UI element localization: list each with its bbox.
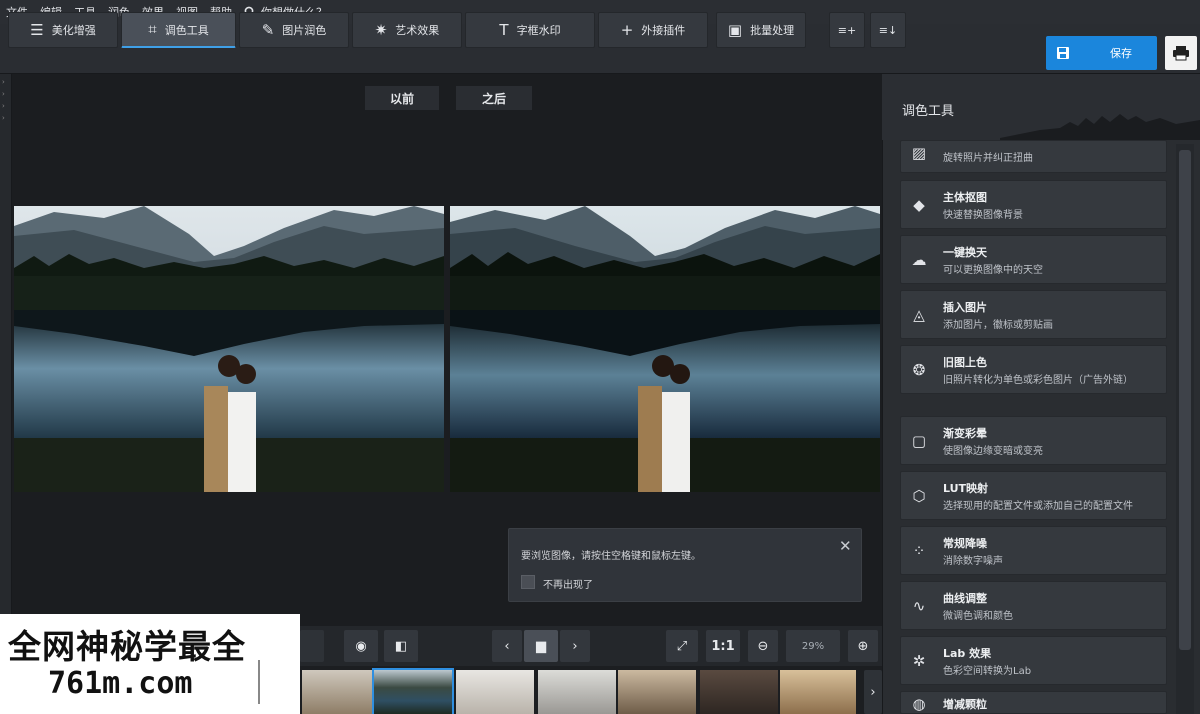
thumbnail[interactable]: [780, 670, 856, 714]
tab-art-effects[interactable]: ✷ 艺术效果: [352, 12, 462, 48]
tool-item-denoise[interactable]: ⁘ 常规降噪 消除数字噪声: [900, 526, 1167, 575]
tool-item-rotate[interactable]: ▨ 旋转照片并纠正扭曲: [900, 140, 1167, 173]
thumbnail[interactable]: [618, 670, 696, 714]
thumbnail[interactable]: [302, 670, 380, 714]
tab-text-watermark[interactable]: T 字框水印: [465, 12, 595, 48]
chevron-left-icon: ‹: [504, 638, 510, 654]
tool-item-subject-cutout[interactable]: ◆ 主体抠图 快速替换图像背景: [900, 180, 1167, 229]
watermark-line1: 全网神秘学最全: [8, 627, 246, 666]
text-icon: T: [499, 20, 509, 39]
compare-split-button[interactable]: ◧: [384, 630, 418, 662]
treeline-decoration: [1000, 114, 1200, 140]
magic-wand-icon: ✷: [374, 20, 388, 39]
fit-screen-button[interactable]: ⤢: [666, 630, 698, 662]
watermark-overlay: 全网神秘学最全 761m.com: [0, 614, 300, 714]
tab-retouch[interactable]: ✎ 图片润色: [239, 12, 349, 48]
insert-image-icon: ◬: [913, 306, 925, 324]
chevron-right-icon: ›: [2, 114, 5, 122]
after-photo: [450, 206, 880, 492]
minus-circle-icon: ⊖: [757, 638, 769, 654]
download-list-icon: ≡↓: [878, 23, 898, 37]
image-stack-icon: ▣: [727, 20, 743, 39]
close-icon[interactable]: ✕: [839, 537, 852, 555]
filmstrip-next-button[interactable]: ›: [864, 670, 882, 714]
floppy-icon: [1057, 47, 1069, 59]
add-list-icon: ≡+: [837, 23, 857, 37]
tool-item-curves[interactable]: ∿ 曲线调整 微调色调和颜色: [900, 581, 1167, 630]
curve-icon: ∿: [912, 597, 926, 615]
dont-show-checkbox[interactable]: [521, 575, 535, 589]
open-folder-button[interactable]: ▆: [524, 630, 558, 662]
cube-icon: ⬡: [912, 487, 926, 505]
save-button[interactable]: 保存: [1046, 36, 1157, 70]
folder-icon: ▆: [536, 638, 546, 654]
tool-item-grain[interactable]: ◍ 增减颗粒: [900, 691, 1167, 714]
tab-plugins[interactable]: + 外接插件: [598, 12, 708, 48]
tip-popup: 要浏览图像，请按住空格键和鼠标左键。 ✕ 不再出现了: [508, 528, 862, 602]
aperture-icon: ✲: [912, 652, 926, 670]
add-list-button[interactable]: ≡+: [829, 12, 865, 48]
printer-icon: [1173, 46, 1189, 61]
tab-enhance[interactable]: ☰ 美化增强: [8, 12, 118, 48]
after-label[interactable]: 之后: [456, 86, 532, 110]
prev-image-button[interactable]: ‹: [492, 630, 522, 662]
rotate-icon: ▨: [911, 144, 927, 162]
tool-item-sky-replace[interactable]: ☁ 一键换天 可以更换图像中的天空: [900, 235, 1167, 284]
next-image-button[interactable]: ›: [560, 630, 590, 662]
before-photo: [14, 206, 444, 492]
expand-icon: ⤢: [676, 638, 688, 654]
panel-title: 调色工具: [902, 104, 955, 119]
tab-color-tools[interactable]: ⌗ 调色工具: [121, 12, 236, 48]
tool-item-colorize[interactable]: ❂ 旧图上色 旧照片转化为单色或彩色图片（广告外链）: [900, 345, 1167, 394]
eye-icon: ◉: [355, 638, 367, 654]
panel-scroll-thumb[interactable]: [1179, 150, 1191, 650]
palette-icon: ❂: [912, 361, 926, 379]
bucket-icon: ◆: [913, 196, 925, 214]
crop-icon: ⌗: [148, 20, 157, 38]
tool-item-lut[interactable]: ⬡ LUT映射 选择现用的配置文件或添加自己的配置文件: [900, 471, 1167, 520]
dont-show-label: 不再出现了: [543, 580, 593, 591]
plus-circle-icon: ⊕: [857, 638, 869, 654]
chevron-right-icon: ›: [870, 684, 876, 700]
tab-batch[interactable]: ▣ 批量处理: [716, 12, 806, 48]
bottom-left-button[interactable]: [300, 630, 324, 662]
watermark-divider: [258, 660, 260, 704]
zoom-in-button[interactable]: ⊕: [848, 630, 878, 662]
tool-item-lab[interactable]: ✲ Lab 效果 色彩空间转换为Lab: [900, 636, 1167, 685]
split-view-icon: ◧: [394, 638, 408, 654]
zoom-out-button[interactable]: ⊖: [748, 630, 778, 662]
chevron-right-icon: ›: [2, 78, 5, 86]
preview-eye-button[interactable]: ◉: [344, 630, 378, 662]
download-list-button[interactable]: ≡↓: [870, 12, 906, 48]
tip-message: 要浏览图像，请按住空格键和鼠标左键。: [521, 551, 701, 562]
thumbnail[interactable]: [456, 670, 534, 714]
thumbnail[interactable]: [538, 670, 616, 714]
actual-size-button[interactable]: 1:1: [706, 630, 740, 662]
chevron-right-icon: ›: [572, 638, 578, 654]
sliders-icon: ☰: [30, 20, 44, 39]
chevron-right-icon: ›: [2, 90, 5, 98]
print-button[interactable]: [1165, 36, 1197, 70]
vignette-icon: ▢: [911, 432, 927, 450]
cloud-icon: ☁: [911, 251, 927, 269]
before-label[interactable]: 以前: [365, 86, 439, 110]
thumbnail[interactable]: [700, 670, 778, 714]
grain-icon: ◍: [912, 695, 926, 713]
brush-icon: ✎: [261, 20, 275, 39]
noise-icon: ⁘: [912, 542, 926, 560]
tools-panel-header: 调色工具: [882, 74, 1200, 140]
plus-icon: +: [620, 20, 634, 39]
chevron-right-icon: ›: [2, 102, 5, 110]
tool-item-insert-image[interactable]: ◬ 插入图片 添加图片，徽标或剪贴画: [900, 290, 1167, 339]
watermark-line2: 761m.com: [48, 666, 193, 701]
tool-item-vignette[interactable]: ▢ 渐变彩晕 使图像边缘变暗或变亮: [900, 416, 1167, 465]
thumbnail-selected[interactable]: [372, 668, 454, 714]
zoom-input[interactable]: 29%: [786, 630, 840, 662]
